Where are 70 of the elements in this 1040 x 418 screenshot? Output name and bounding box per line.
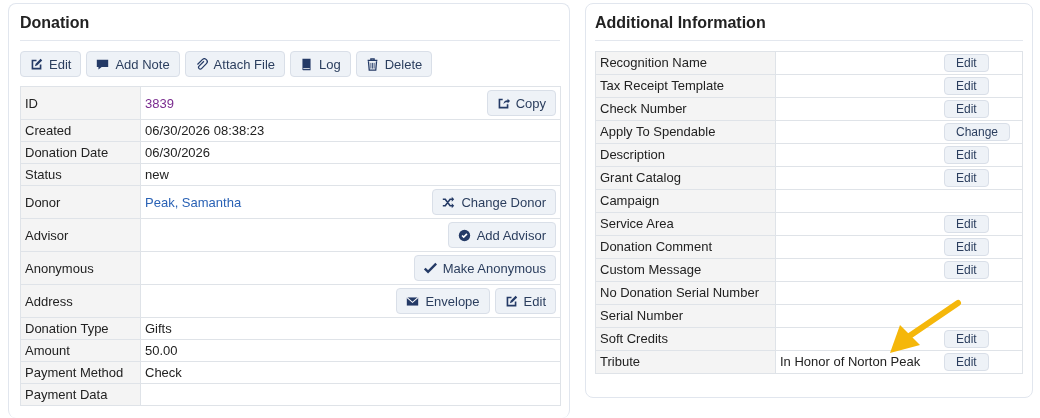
field-label: Payment Method (20, 361, 141, 384)
field-label: Apply To Spendable (595, 120, 776, 144)
action-button[interactable]: Change Donor (432, 189, 556, 215)
envelope-icon (406, 294, 420, 308)
field-label: Address (20, 284, 141, 318)
speech-bubble-icon (96, 57, 110, 71)
small-button[interactable]: Edit (944, 330, 989, 348)
action-button[interactable]: Edit (494, 288, 556, 314)
field-label: ID (20, 86, 141, 120)
toolbar-button[interactable]: Log (290, 51, 351, 77)
field-label: Donor (20, 185, 141, 219)
action-button[interactable]: Make Anonymous (413, 255, 556, 281)
field-label: Status (20, 163, 141, 186)
small-button[interactable]: Edit (944, 100, 989, 118)
field-label: Payment Data (20, 383, 141, 406)
paperclip-icon (194, 57, 208, 71)
field-label: No Donation Serial Number (595, 281, 776, 305)
field-label: Created (20, 119, 141, 142)
edit-icon (504, 294, 518, 308)
small-button[interactable]: Edit (944, 146, 989, 164)
field-value: new (145, 166, 169, 183)
field-label: Serial Number (595, 304, 776, 328)
link[interactable]: 3839 (145, 94, 174, 112)
action-button[interactable]: Envelope (396, 288, 490, 314)
trash-icon (365, 57, 379, 71)
field-label: Anonymous (20, 251, 141, 285)
field-value: 06/30/2026 (145, 144, 211, 161)
field-label: Description (595, 143, 776, 167)
small-button[interactable]: Change (944, 123, 1011, 141)
action-button[interactable]: Copy (486, 90, 556, 116)
check-badge-icon (457, 228, 471, 242)
small-button[interactable]: Edit (944, 169, 989, 187)
field-label: Donation Comment (595, 235, 776, 259)
field-label: Custom Message (595, 258, 776, 282)
field-label: Tribute (595, 350, 776, 374)
field-value: 06/30/2026 08:38:23 (145, 122, 265, 139)
field-label: Donation Type (20, 317, 141, 340)
field-label: Advisor (20, 218, 141, 252)
panel-title: Additional Information (595, 14, 1023, 41)
edit-icon (30, 57, 43, 71)
field-value: Check (145, 364, 182, 381)
field-label: Grant Catalog (595, 166, 776, 190)
small-button[interactable]: Edit (944, 54, 989, 72)
field-label: Soft Credits (595, 327, 776, 351)
toolbar-button[interactable]: Delete (355, 51, 433, 77)
field-value: Gifts (145, 320, 172, 337)
action-button[interactable]: Add Advisor (447, 222, 556, 248)
link[interactable]: Peak, Samantha (145, 193, 242, 211)
small-button[interactable]: Edit (944, 261, 989, 279)
field-label: Recognition Name (595, 51, 776, 75)
field-label: Campaign (595, 189, 776, 213)
field-value: In Honor of Norton Peak (780, 353, 922, 371)
small-button[interactable]: Edit (944, 77, 989, 95)
small-button[interactable]: Edit (944, 353, 989, 371)
field-label: Amount (20, 339, 141, 362)
field-value: 50.00 (145, 342, 178, 359)
toolbar-button[interactable]: Add Note (86, 51, 180, 77)
field-label: Tax Receipt Template (595, 74, 776, 98)
field-label: Service Area (595, 212, 776, 236)
field-label: Donation Date (20, 141, 141, 164)
small-button[interactable]: Edit (944, 215, 989, 233)
toolbar-button[interactable]: Edit (20, 51, 82, 77)
panel-title: Donation (20, 14, 560, 41)
field-label: Check Number (595, 97, 776, 121)
shuffle-icon (442, 195, 456, 209)
small-button[interactable]: Edit (944, 238, 989, 256)
check-icon (423, 261, 437, 275)
toolbar-button[interactable]: Attach File (184, 51, 286, 77)
share-icon (496, 96, 510, 110)
book-icon (300, 57, 314, 71)
